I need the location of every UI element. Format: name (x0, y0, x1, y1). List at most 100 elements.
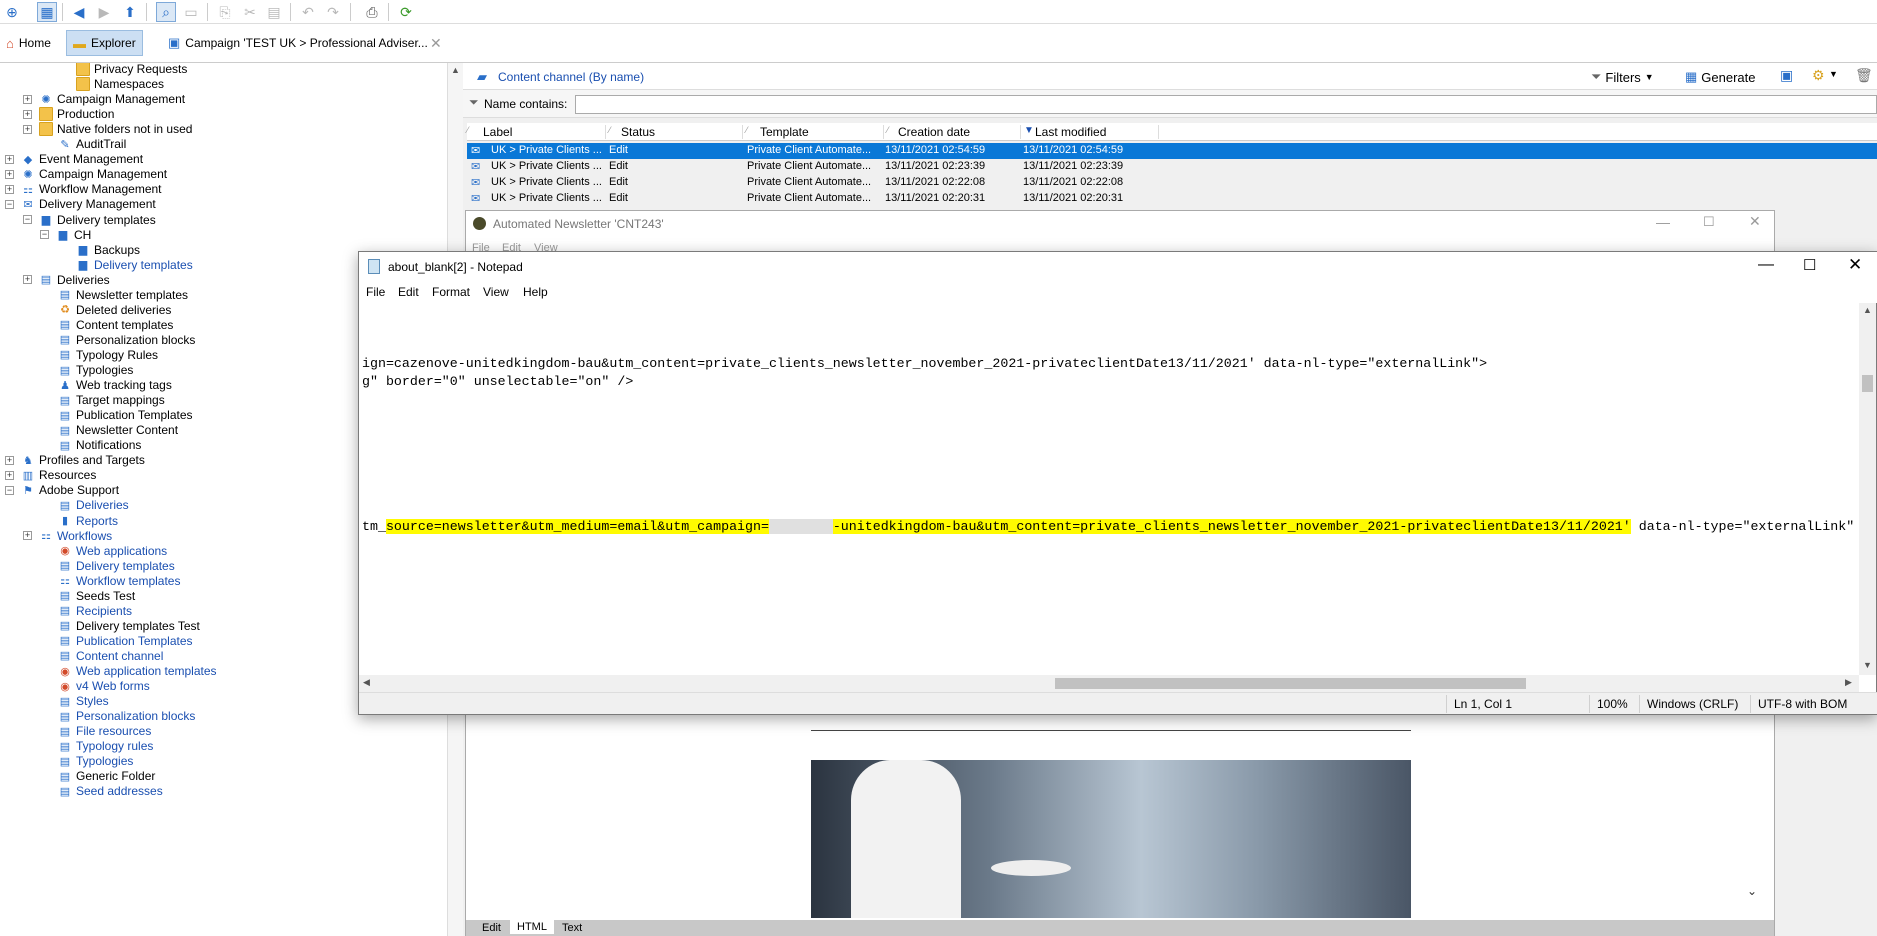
expand-icon[interactable]: + (23, 275, 32, 285)
collapse-icon[interactable]: − (5, 485, 14, 495)
scroll-thumb[interactable] (1055, 678, 1526, 689)
table-row[interactable]: ✉ UK > Private Clients ... Edit Private Cli… (467, 191, 1877, 207)
expand-icon[interactable]: + (5, 470, 14, 480)
column-header[interactable]: Template (760, 125, 809, 139)
tab-bar: ⌂ Home ▬ Explorer ▣ Campaign 'TEST UK > … (0, 24, 1877, 63)
scroll-right-icon[interactable]: ▶ (1845, 677, 1852, 688)
expand-icon[interactable]: + (23, 94, 32, 104)
column-header[interactable]: Last modified (1035, 125, 1106, 139)
scroll-thumb[interactable] (1862, 375, 1873, 392)
collapse-icon[interactable]: − (40, 230, 49, 240)
folder-up-icon[interactable]: ⬆ (120, 2, 140, 22)
expand-icon[interactable]: + (5, 455, 14, 465)
explorer-view-icon[interactable]: ▦ (37, 2, 57, 22)
close-tab-icon[interactable]: ✕ (424, 30, 448, 56)
expand-icon[interactable]: + (23, 124, 32, 134)
tab-explorer[interactable]: ▬ Explorer (66, 30, 143, 56)
menu-help[interactable]: Help (523, 285, 548, 299)
maximize-icon[interactable]: ☐ (1703, 214, 1715, 230)
generate-button[interactable]: ▦ Generate (1685, 67, 1756, 87)
filter-icon: ⏷ (1591, 69, 1602, 84)
tab-home[interactable]: ⌂ Home (0, 30, 57, 56)
status-separator (1639, 695, 1640, 713)
column-separator (883, 125, 884, 139)
tree-item-label: Web application templates (76, 664, 217, 678)
list-icon: ▤ (59, 605, 71, 618)
collapse-icon[interactable]: − (23, 215, 32, 224)
tree-item-label: Personalization blocks (76, 709, 196, 724)
collapse-icon[interactable]: − (5, 199, 14, 209)
scroll-up-icon[interactable]: ▲ (1863, 305, 1872, 315)
tab-campaign[interactable]: ▣ Campaign 'TEST UK > Professional Advis… (162, 30, 434, 56)
forward-arrow-icon[interactable]: ▶ (94, 2, 114, 22)
maximize-icon[interactable]: ☐ (1803, 256, 1816, 274)
table-row[interactable]: ✉ UK > Private Clients ... Edit Private Cli… (467, 159, 1877, 175)
gear-icon[interactable]: ⚙ (1812, 67, 1825, 84)
sort-icon: ⁄ (609, 125, 611, 135)
folder-icon[interactable]: ▭ (181, 2, 201, 22)
column-header[interactable]: Label (483, 125, 512, 139)
redo-icon[interactable]: ↷ (323, 2, 343, 22)
minimize-icon[interactable]: — (1656, 214, 1670, 230)
table-cell: 13/11/2021 02:23:39 (885, 160, 986, 172)
copy-icon[interactable]: ⎘ (215, 2, 235, 22)
table-header: ⁄ Label ⁄ Status ⁄ Template ⁄ Creation d… (467, 123, 1877, 141)
tree-item-label: Adobe Support (39, 483, 120, 498)
column-header[interactable]: Creation date (898, 125, 970, 139)
zoom-level: 100% (1597, 697, 1628, 711)
campaign-icon: ▣ (168, 35, 181, 50)
expand-icon[interactable]: + (5, 154, 14, 164)
search-icon[interactable]: ⌕ (156, 2, 176, 22)
tree-item-label: Backups (94, 242, 141, 257)
add-user-icon[interactable]: ⊕ (2, 2, 22, 22)
tree-item-label: Newsletter templates (76, 287, 189, 302)
close-icon[interactable]: ✕ (1848, 255, 1862, 275)
tree-item-label: Target mappings (76, 393, 165, 408)
menu-view[interactable]: View (483, 285, 509, 299)
filters-button[interactable]: ⏷ Filters ▼ (1591, 67, 1654, 87)
scroll-up-icon[interactable]: ▲ (451, 65, 460, 75)
highlighted-text: -unitedkingdom-bau&utm_content=private_c… (832, 519, 1631, 534)
people-icon: ♞ (23, 454, 33, 467)
table-cell: Edit (609, 192, 628, 204)
tree-item[interactable]: ▤ Seed addresses (58, 782, 163, 800)
tab-html[interactable]: HTML (510, 920, 554, 934)
newsletter-hero-image (811, 760, 1411, 918)
menu-file[interactable]: File (366, 285, 385, 299)
edit-icon[interactable]: ▣ (1780, 67, 1793, 84)
scroll-down-icon[interactable]: ▼ (1863, 660, 1872, 670)
tree-item-label: Workflows (57, 528, 113, 543)
print-icon[interactable]: ⎙ (362, 2, 382, 22)
minimize-icon[interactable]: — (1758, 256, 1774, 274)
close-icon[interactable]: ✕ (1749, 213, 1761, 230)
expand-icon[interactable]: + (5, 169, 14, 179)
tree-item-label: Deliveries (76, 498, 129, 513)
folder-blue-icon: ▆ (41, 214, 51, 226)
tree-item-label: Newsletter Content (76, 423, 179, 438)
notepad-vertical-scrollbar[interactable]: ▲ ▼ (1859, 303, 1876, 675)
table-cell: UK > Private Clients ... (491, 160, 602, 172)
refresh-icon[interactable]: ⟳ (396, 2, 416, 22)
back-arrow-icon[interactable]: ◀ (69, 2, 89, 22)
trash-icon[interactable]: 🗑 (1855, 67, 1873, 84)
notepad-text-area[interactable]: ign=cazenove-unitedkingdom-bau&utm_conte… (359, 303, 1859, 675)
menu-edit[interactable]: Edit (398, 285, 419, 299)
scroll-down-icon[interactable]: ⌄ (1747, 884, 1757, 898)
menu-format[interactable]: Format (432, 285, 470, 299)
scroll-left-icon[interactable]: ◀ (363, 677, 370, 688)
expand-icon[interactable]: + (23, 531, 32, 541)
table-row[interactable]: ✉ UK > Private Clients ... Edit Private Cli… (467, 143, 1877, 159)
column-header[interactable]: Status (621, 125, 655, 139)
expand-icon[interactable]: + (23, 109, 32, 119)
cut-icon[interactable]: ✂ (240, 2, 260, 22)
chevron-down-icon[interactable]: ▼ (1829, 69, 1838, 79)
name-contains-input[interactable] (575, 95, 1877, 114)
paste-icon[interactable]: ▤ (264, 2, 284, 22)
tab-edit[interactable]: Edit (476, 921, 507, 935)
expand-icon[interactable]: + (5, 184, 14, 194)
tab-text[interactable]: Text (556, 921, 588, 935)
table-row[interactable]: ✉ UK > Private Clients ... Edit Private Cli… (467, 175, 1877, 191)
undo-icon[interactable]: ↶ (298, 2, 318, 22)
notepad-horizontal-scrollbar[interactable]: ◀ ▶ (359, 675, 1859, 692)
tree-item-label: Recipients (76, 603, 133, 618)
